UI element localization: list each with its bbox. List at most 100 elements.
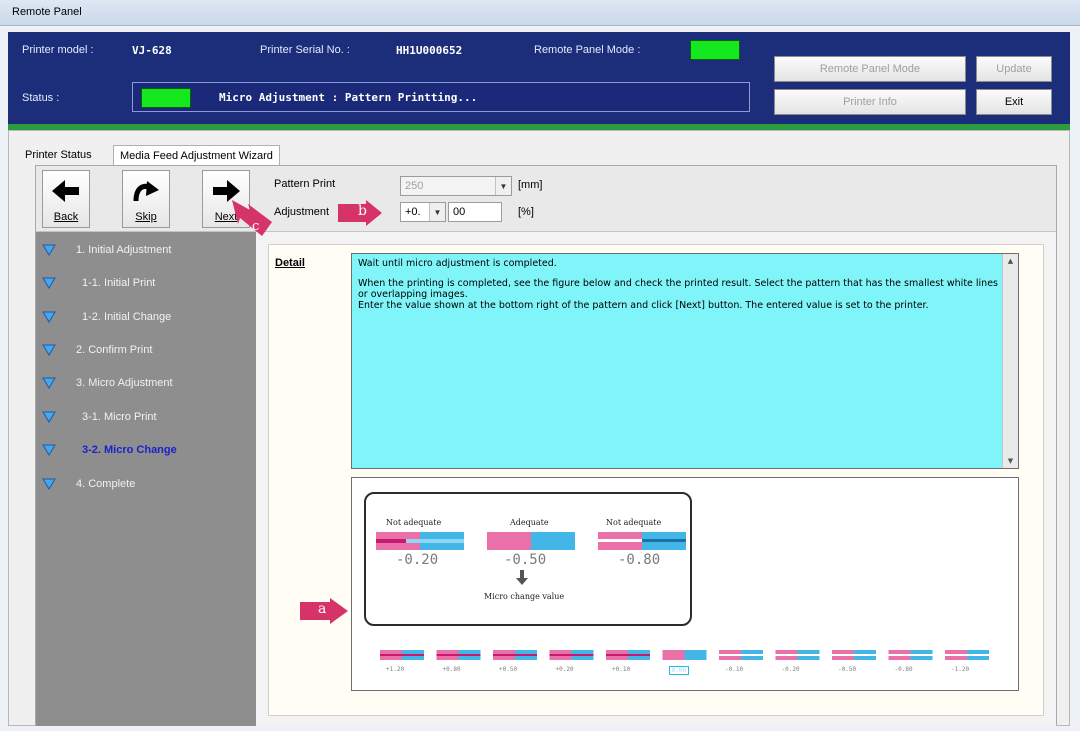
- remote-mode-indicator: [690, 40, 740, 60]
- pattern-samples-graphic: [376, 532, 686, 550]
- example-value: -0.50: [504, 552, 547, 568]
- printer-model-label: Printer model :: [22, 44, 94, 56]
- pattern-value-label: -0.80: [894, 666, 913, 673]
- chevron-down-icon: ▼: [495, 177, 511, 195]
- step-triangle-icon: [42, 478, 56, 490]
- detail-paragraph: When the printing is completed, see the …: [358, 278, 998, 300]
- window-titlebar: Remote Panel: [0, 0, 1080, 26]
- step-label: 4. Complete: [76, 478, 136, 490]
- step-label: 3. Micro Adjustment: [76, 377, 173, 389]
- printer-info-header: Printer model : VJ-628 Printer Serial No…: [8, 32, 1070, 124]
- pattern-value-label: +0.50: [499, 666, 518, 673]
- step-label: 3-2. Micro Change: [82, 444, 177, 456]
- step-micro-adjustment: 3. Micro Adjustment: [36, 373, 256, 393]
- step-label: 2. Confirm Print: [76, 344, 153, 356]
- step-label: 1. Initial Adjustment: [76, 244, 172, 256]
- tab-printer-status[interactable]: Printer Status: [19, 145, 98, 165]
- not-adequate-label: Not adequate: [386, 518, 442, 527]
- not-adequate-label: Not adequate: [606, 518, 662, 527]
- step-label: 1-1. Initial Print: [82, 277, 156, 289]
- wizard-toolbar: Back Skip Next Pattern Print 250 ▼ [mm] …: [36, 166, 1056, 232]
- pattern-sample: [832, 650, 876, 660]
- pattern-value-label: -0.50: [838, 666, 857, 673]
- pattern-sample: [493, 650, 537, 660]
- exit-button[interactable]: Exit: [976, 89, 1052, 115]
- scroll-down-icon[interactable]: ▼: [1003, 454, 1018, 468]
- adjustment-unit: [%]: [518, 206, 534, 218]
- down-arrow-icon: [516, 570, 528, 585]
- pattern-sample: [662, 650, 707, 660]
- pattern-sample: [549, 650, 594, 660]
- back-button[interactable]: Back: [42, 170, 90, 228]
- adjustment-value-input[interactable]: 00: [448, 202, 502, 222]
- callout-b: b: [358, 203, 367, 219]
- status-indicator: [141, 88, 191, 108]
- adjustment-label: Adjustment: [274, 206, 330, 218]
- pattern-print-unit: [mm]: [518, 179, 543, 191]
- serial-label: Printer Serial No. :: [260, 44, 350, 56]
- back-arrow-icon: [52, 180, 79, 202]
- step-triangle-icon: [42, 344, 56, 356]
- step-micro-print: 3-1. Micro Print: [36, 407, 256, 427]
- detail-instructions[interactable]: Wait until micro adjustment is completed…: [351, 253, 1019, 469]
- pattern-example-box: Not adequate Adequate Not adequate -0.20…: [364, 492, 692, 626]
- status-text: Micro Adjustment : Pattern Printting...: [219, 91, 478, 104]
- callout-c: c: [252, 219, 260, 234]
- callout-a: a: [318, 601, 327, 617]
- scroll-up-icon[interactable]: ▲: [1003, 254, 1018, 268]
- tab-media-feed-adjustment-wizard[interactable]: Media Feed Adjustment Wizard: [113, 145, 280, 165]
- step-triangle-icon: [42, 277, 56, 289]
- remote-panel-mode-button[interactable]: Remote Panel Mode: [774, 56, 966, 82]
- pattern-value-label: -1.20: [951, 666, 970, 673]
- pattern-print-label: Pattern Print: [274, 178, 336, 190]
- adjustment-sign-value: +0.: [405, 206, 421, 218]
- step-triangle-icon: [42, 244, 56, 256]
- skip-arrow-icon: [133, 181, 159, 202]
- pattern-value-label: +1.20: [386, 666, 405, 673]
- step-confirm-print: 2. Confirm Print: [36, 340, 256, 360]
- step-initial-adjustment: 1. Initial Adjustment: [36, 240, 256, 260]
- status-box: Micro Adjustment : Pattern Printting...: [132, 82, 750, 112]
- window-title: Remote Panel: [12, 6, 82, 18]
- pattern-figure: Not adequate Adequate Not adequate -0.20…: [351, 477, 1019, 691]
- step-initial-print: 1-1. Initial Print: [36, 273, 256, 293]
- update-button[interactable]: Update: [976, 56, 1052, 82]
- pattern-value-label: -0.20: [781, 666, 800, 673]
- client-area: Printer Status Media Feed Adjustment Wiz…: [8, 130, 1070, 726]
- pattern-sample: [606, 650, 650, 660]
- example-value: -0.20: [396, 552, 439, 568]
- detail-frame: Detail Wait until micro adjustment is co…: [268, 244, 1044, 716]
- pattern-sample: [775, 650, 820, 660]
- skip-button[interactable]: Skip: [122, 170, 170, 228]
- example-value: -0.80: [618, 552, 661, 568]
- wizard-content: Detail Wait until micro adjustment is co…: [256, 232, 1056, 726]
- pattern-value-label: -0.10: [725, 666, 744, 673]
- chevron-down-icon: ▼: [429, 203, 445, 221]
- detail-paragraph: Enter the value shown at the bottom righ…: [358, 300, 929, 311]
- pattern-sample: [945, 650, 989, 660]
- pattern-print-value: 250: [405, 180, 424, 192]
- step-label: 1-2. Initial Change: [82, 311, 172, 323]
- status-label: Status :: [22, 92, 60, 104]
- step-triangle-icon: [42, 311, 56, 323]
- step-complete: 4. Complete: [36, 474, 256, 494]
- pattern-sample: [888, 650, 933, 660]
- remote-panel-mode-label: Remote Panel Mode :: [534, 44, 641, 56]
- wizard-panel: Back Skip Next Pattern Print 250 ▼ [mm] …: [35, 165, 1057, 726]
- step-label: 3-1. Micro Print: [82, 411, 157, 423]
- pattern-sample: [719, 650, 763, 660]
- pattern-value-label: +0.20: [555, 666, 574, 673]
- pattern-strip: [380, 650, 989, 660]
- pattern-value-label: +0.10: [612, 666, 631, 673]
- back-label: Back: [53, 211, 79, 223]
- detail-scrollbar[interactable]: ▲ ▼: [1002, 254, 1018, 468]
- step-triangle-icon: [42, 411, 56, 423]
- step-triangle-icon: [42, 377, 56, 389]
- pattern-sample: [380, 650, 424, 660]
- step-micro-change: 3-2. Micro Change: [36, 440, 256, 460]
- adequate-label: Adequate: [510, 518, 549, 527]
- pattern-sample: [436, 650, 481, 660]
- adjustment-sign-select[interactable]: +0. ▼: [400, 202, 446, 222]
- printer-info-button[interactable]: Printer Info: [774, 89, 966, 115]
- pattern-print-select[interactable]: 250 ▼: [400, 176, 512, 196]
